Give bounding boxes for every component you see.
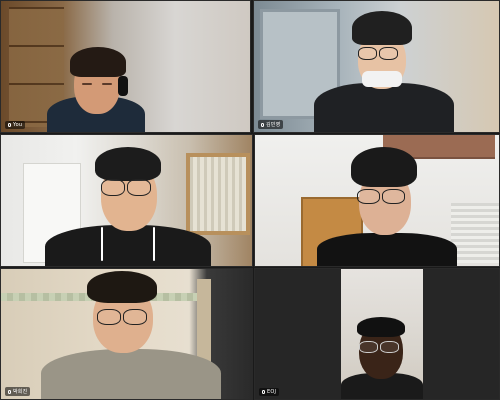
participant-name-tag: You [5, 121, 26, 129]
participant-avatar [45, 225, 211, 266]
mic-icon [262, 390, 265, 394]
face-mask [362, 71, 402, 87]
beanie-hat [352, 11, 412, 45]
participant-name-tag: 김민영 [258, 120, 284, 129]
mic-icon [8, 123, 11, 127]
video-tile-participant-4[interactable] [254, 134, 500, 267]
letterbox-left [255, 269, 341, 399]
participant-name-tag: 박희진 [5, 387, 31, 396]
participant-avatar [41, 349, 221, 399]
video-feed [341, 269, 423, 399]
mic-icon [8, 389, 11, 394]
participant-name-tag: EOJ [259, 388, 280, 396]
headset-icon [118, 76, 128, 96]
video-tile-participant-5[interactable]: 박희진 [0, 268, 253, 400]
video-tile-participant-6[interactable]: EOJ [254, 268, 500, 400]
participant-avatar [317, 233, 457, 266]
video-grid: You 김민영 박희진 EOJ [0, 0, 500, 400]
window-blind [451, 203, 499, 263]
window-blind [186, 153, 250, 235]
video-tile-participant-3[interactable] [0, 134, 253, 267]
video-tile-participant-2[interactable]: 김민영 [253, 0, 500, 133]
mic-icon [261, 122, 264, 127]
letterbox-right [423, 269, 499, 399]
video-tile-you[interactable]: You [0, 0, 251, 133]
participant-avatar [314, 83, 454, 132]
